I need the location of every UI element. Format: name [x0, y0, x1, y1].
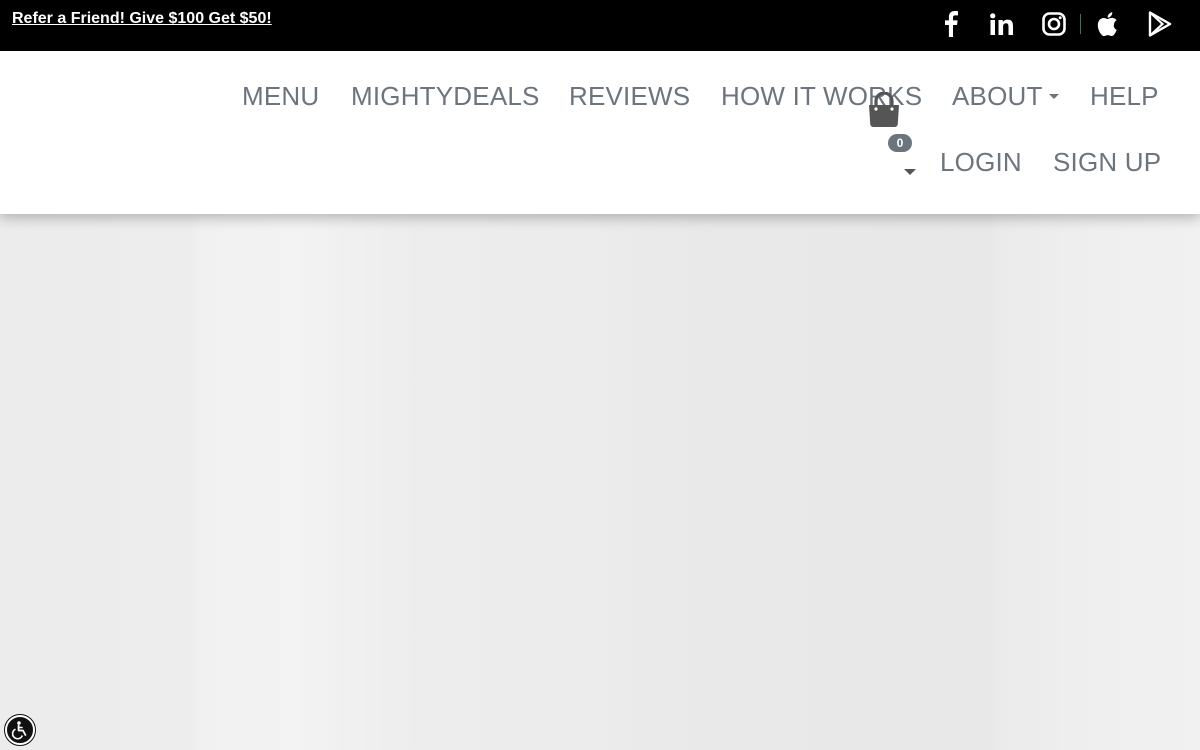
chevron-down-icon [1048, 93, 1059, 99]
signup-link[interactable]: SIGN UP [1053, 147, 1161, 178]
hero-placeholder [0, 214, 1200, 750]
top-bar: Refer a Friend! Give $100 Get $50! [0, 0, 1200, 51]
nav-about-dropdown[interactable]: ABOUT [952, 81, 1059, 112]
google-play-icon[interactable] [1146, 9, 1174, 39]
accessibility-button[interactable] [4, 714, 36, 746]
nav-help[interactable]: HELP [1090, 81, 1159, 112]
instagram-icon[interactable] [1040, 9, 1068, 39]
shopping-bag-icon [869, 92, 899, 127]
refer-friend-link[interactable]: Refer a Friend! Give $100 Get $50! [12, 10, 272, 28]
nav-reviews[interactable]: REVIEWS [569, 81, 690, 112]
apple-icon[interactable] [1094, 9, 1120, 39]
cart-button[interactable] [864, 82, 919, 130]
cart-chevron-down-icon[interactable] [904, 169, 916, 175]
nav-menu[interactable]: MENU [242, 81, 319, 112]
login-link[interactable]: LOGIN [940, 147, 1022, 178]
cart-count-badge: 0 [888, 134, 912, 152]
facebook-icon[interactable] [938, 9, 964, 39]
linkedin-icon[interactable] [988, 9, 1016, 39]
nav-mightydeals[interactable]: MIGHTYDEALS [351, 81, 540, 112]
accessibility-icon [11, 721, 27, 740]
main-navbar: MENU MIGHTYDEALS REVIEWS HOW IT WORKS AB… [0, 51, 1200, 214]
social-divider [1080, 14, 1081, 34]
nav-about-label: ABOUT [952, 81, 1043, 111]
